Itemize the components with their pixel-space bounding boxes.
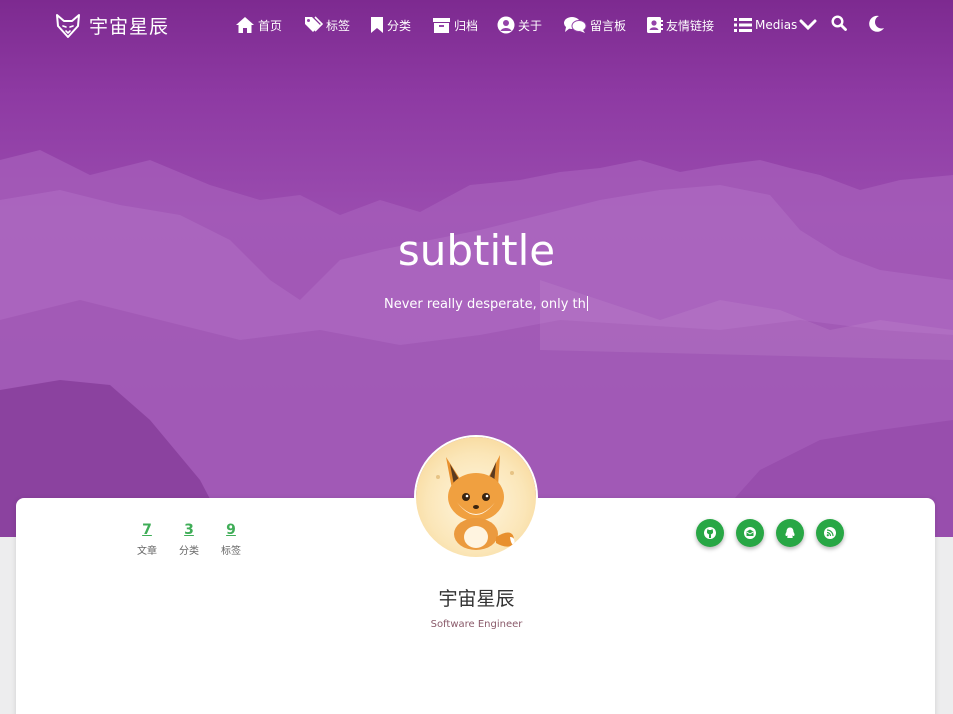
stat-label: 标签 (221, 546, 241, 557)
stat-count: 7 (142, 522, 152, 538)
nav-item-about[interactable]: 关于 (497, 14, 542, 36)
stat-count: 9 (226, 522, 236, 538)
typing-cursor (586, 296, 588, 311)
stat-posts[interactable]: 7 文章 (126, 522, 168, 557)
qq-icon (785, 527, 795, 538)
nav-label: 标签 (326, 18, 351, 33)
typed-subtitle: Never really desperate, only th (384, 297, 586, 312)
email-link[interactable] (736, 519, 764, 547)
hero-subtitle: Never really desperate, only th (384, 296, 588, 312)
stat-count: 3 (184, 522, 194, 538)
nav-item-archive[interactable]: 归档 (432, 14, 478, 36)
search-button[interactable] (831, 15, 847, 35)
github-icon (704, 527, 716, 539)
nav-item-home[interactable]: 首页 (235, 14, 282, 36)
top-navbar: 宇宙星辰 首页 标签 分类 归档 关于 留言板 友情链接 Medias (0, 0, 953, 52)
nav-label: 归档 (454, 18, 479, 33)
home-icon (236, 17, 254, 33)
nav-item-guestbook[interactable]: 留言板 (563, 14, 626, 36)
nav-label: Medias (755, 18, 798, 32)
hero-title: subtitle (397, 226, 556, 275)
nav-item-friend-links[interactable]: 友情链接 (646, 14, 714, 36)
stat-label: 文章 (137, 546, 157, 557)
brand-name: 宇宙星辰 (89, 16, 170, 38)
nav-label: 友情链接 (666, 18, 715, 33)
nav-label: 首页 (258, 18, 283, 33)
fox-avatar-image (436, 455, 515, 550)
qq-link[interactable] (776, 519, 804, 547)
fox-logo-icon (56, 13, 80, 38)
github-link[interactable] (696, 519, 724, 547)
list-icon (734, 18, 752, 32)
nav-label: 留言板 (590, 18, 627, 33)
comments-icon (564, 17, 587, 33)
nav-item-tags[interactable]: 标签 (304, 14, 350, 36)
moon-icon (869, 15, 884, 32)
rss-link[interactable] (816, 519, 844, 547)
profile-name: 宇宙星辰 (438, 588, 515, 610)
bookmark-icon (371, 17, 383, 33)
stat-tags[interactable]: 9 标签 (210, 522, 252, 557)
nav-label: 关于 (518, 18, 543, 33)
chevron-down-icon (799, 19, 817, 31)
profile-role: Software Engineer (430, 619, 523, 630)
brand-link[interactable]: 宇宙星辰 (55, 12, 169, 39)
rss-icon (824, 527, 836, 539)
theme-toggle-button[interactable] (869, 15, 885, 36)
email-icon (744, 527, 756, 539)
nav-item-categories[interactable]: 分类 (370, 14, 411, 36)
profile-stats: 7 文章 3 分类 9 标签 (126, 522, 252, 557)
stat-label: 分类 (179, 546, 199, 557)
tags-icon (305, 16, 323, 32)
nav-label: 分类 (387, 18, 412, 33)
nav-item-medias[interactable]: Medias (734, 14, 820, 36)
user-circle-icon (497, 16, 515, 34)
address-card-icon (647, 17, 663, 33)
search-icon (831, 15, 847, 31)
archive-icon (433, 17, 450, 33)
stat-categories[interactable]: 3 分类 (168, 522, 210, 557)
avatar (416, 437, 536, 557)
